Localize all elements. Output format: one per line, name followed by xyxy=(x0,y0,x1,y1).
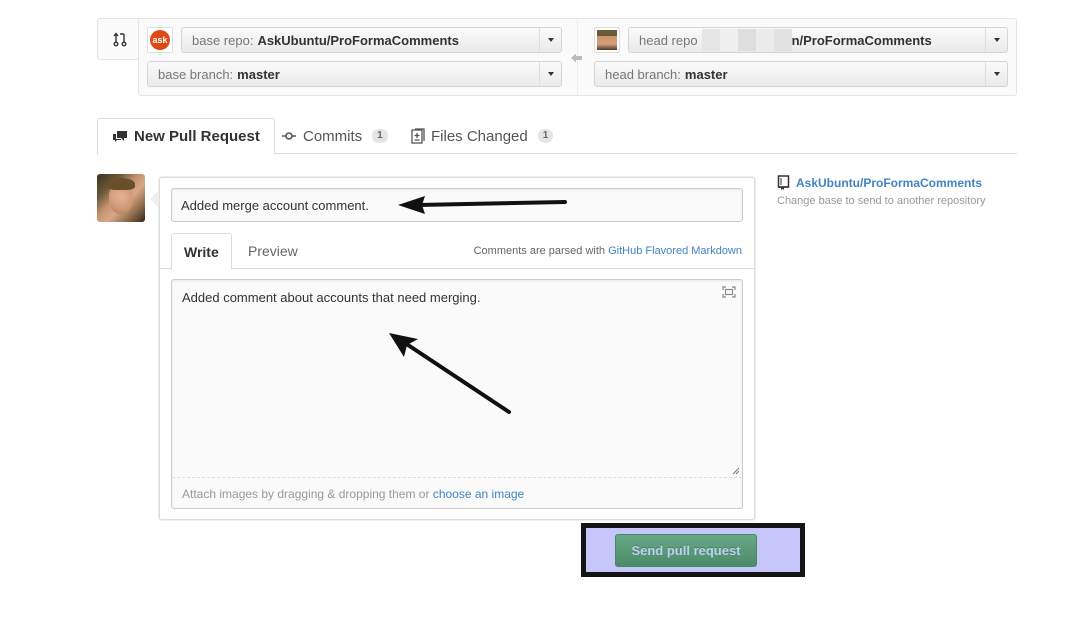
base-branch-select[interactable]: base branch: master xyxy=(147,61,562,87)
head-repo-avatar xyxy=(594,27,620,53)
submit-highlight-annotation: Send pull request xyxy=(581,523,805,577)
composer-tabs: Write Preview Comments are parsed with G… xyxy=(160,233,754,270)
pull-request-tabs: New Pull Request Commits 1 Files Changed… xyxy=(97,118,1017,155)
base-branch-value: master xyxy=(237,66,280,82)
attach-images-hint: Attach images by dragging & dropping the… xyxy=(182,487,524,501)
markdown-hint-text: Comments are parsed with xyxy=(473,245,606,257)
attach-hint-text: Attach images by dragging & dropping the… xyxy=(182,487,430,501)
pr-title-input[interactable] xyxy=(171,188,743,222)
range-editor: ask base repo: AskUbuntu/ProFormaComment… xyxy=(138,18,1017,96)
chevron-down-icon xyxy=(539,28,561,52)
pull-request-composer: Write Preview Comments are parsed with G… xyxy=(159,177,755,520)
commits-count-badge: 1 xyxy=(372,129,388,143)
compare-icon-box xyxy=(97,18,141,60)
chevron-down-icon xyxy=(985,28,1007,52)
base-repo-link[interactable]: AskUbuntu/ProFormaComments xyxy=(777,175,1017,190)
head-branch-label: head branch: xyxy=(605,66,681,82)
discussion-icon xyxy=(113,130,127,142)
tab-write[interactable]: Write xyxy=(171,233,232,270)
tab-new-pull-request[interactable]: New Pull Request xyxy=(97,118,275,155)
tab-preview[interactable]: Preview xyxy=(236,233,310,269)
write-area: Added comment about accounts that need m… xyxy=(171,279,743,509)
pr-body-textarea[interactable]: Added comment about accounts that need m… xyxy=(172,280,742,478)
diff-file-icon xyxy=(411,128,425,144)
commit-icon xyxy=(282,132,296,140)
base-repo-info: AskUbuntu/ProFormaComments Change base t… xyxy=(777,175,1017,207)
base-repo-avatar: ask xyxy=(147,27,173,53)
fullscreen-icon[interactable] xyxy=(722,286,736,298)
base-repo-value: AskUbuntu/ProFormaComments xyxy=(257,32,459,48)
askubuntu-logo-icon: ask xyxy=(150,30,170,50)
repo-book-icon xyxy=(777,175,790,190)
resize-handle-icon[interactable] xyxy=(732,467,740,475)
tab-files-changed[interactable]: Files Changed 1 xyxy=(397,118,567,154)
git-compare-icon xyxy=(112,32,126,47)
send-pull-request-button[interactable]: Send pull request xyxy=(615,534,757,567)
author-avatar xyxy=(97,174,145,222)
redacted-owner xyxy=(701,29,792,51)
base-repo-link-text: AskUbuntu/ProFormaComments xyxy=(796,175,983,190)
base-branch-label: base branch: xyxy=(158,66,234,82)
tab-label: Write xyxy=(184,243,219,260)
base-repo-label: base repo: xyxy=(192,32,254,48)
choose-image-link[interactable]: choose an image xyxy=(433,487,524,501)
markdown-hint: Comments are parsed with GitHub Flavored… xyxy=(474,245,742,257)
bubble-pointer xyxy=(150,190,159,208)
files-count-badge: 1 xyxy=(537,129,554,143)
head-branch-select[interactable]: head branch: master xyxy=(594,61,1008,87)
avatar-hair xyxy=(107,178,135,190)
markdown-help-link[interactable]: GitHub Flavored Markdown xyxy=(608,245,742,257)
head-branch-value: master xyxy=(684,66,728,82)
head-repo-select[interactable]: head repo n/ProFormaComments xyxy=(628,27,1008,53)
head-repo-value: n/ProFormaComments xyxy=(791,32,932,48)
base-repo-select[interactable]: base repo: AskUbuntu/ProFormaComments xyxy=(181,27,562,53)
chevron-down-icon xyxy=(539,62,561,86)
tab-label: Commits xyxy=(303,127,363,145)
tab-label: Preview xyxy=(248,243,298,259)
tab-commits[interactable]: Commits 1 xyxy=(267,118,402,154)
arrow-left-icon xyxy=(571,53,582,63)
user-avatar-icon xyxy=(597,30,617,50)
tab-label: Files Changed xyxy=(431,127,528,145)
chevron-down-icon xyxy=(985,62,1007,86)
tab-label: New Pull Request xyxy=(134,128,260,145)
change-base-hint: Change base to send to another repositor… xyxy=(777,195,986,207)
head-repo-label: head repo xyxy=(639,32,698,48)
